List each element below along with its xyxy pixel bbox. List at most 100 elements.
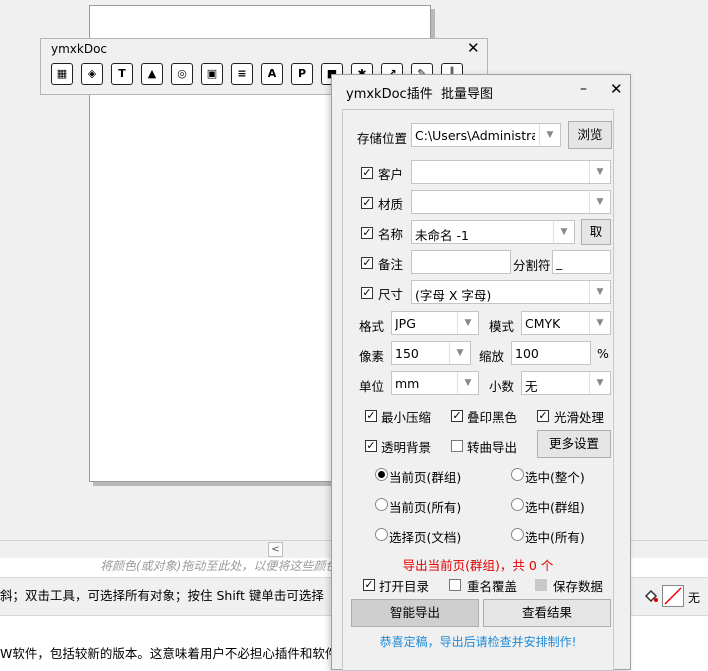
save-location-value: C:\Users\Administra <box>415 128 535 143</box>
scope-selected-pages-doc-radio[interactable] <box>375 528 388 541</box>
size-combo[interactable]: (字母 X 字母) ▼ <box>411 280 611 304</box>
more-settings-button[interactable]: 更多设置 <box>537 430 611 458</box>
decimals-label: 小数 <box>489 379 515 394</box>
customer-label: 客户 <box>378 167 404 182</box>
chevron-down-icon[interactable]: ▼ <box>589 191 610 213</box>
scope-selected-whole-radio[interactable] <box>511 468 524 481</box>
toolbar-close-button[interactable]: ✕ <box>467 39 480 57</box>
scope-current-page-all-radio[interactable] <box>375 498 388 511</box>
size-label: 尺寸 <box>378 287 404 302</box>
separator-input[interactable]: _ <box>552 250 611 274</box>
dialog-title-app: ymxkDoc插件 <box>346 87 433 102</box>
name-combo[interactable]: 未命名 -1 ▼ <box>411 220 575 244</box>
view-result-button[interactable]: 查看结果 <box>483 599 611 627</box>
pixel-label: 像素 <box>359 349 385 364</box>
text-tool-icon[interactable]: T <box>111 63 133 85</box>
fill-bucket-icon[interactable] <box>643 588 659 604</box>
scope-selected-all-radio[interactable] <box>511 528 524 541</box>
chevron-down-icon[interactable]: ▼ <box>553 221 574 243</box>
chevron-down-icon[interactable]: ▼ <box>589 281 610 303</box>
note-input[interactable] <box>411 250 511 274</box>
separator-value: _ <box>556 255 563 270</box>
outline-none-swatch[interactable] <box>662 585 684 607</box>
rename-overwrite-label: 重名覆盖 <box>467 579 518 594</box>
dialog-title: ymxkDoc插件 批量导图 <box>346 83 493 102</box>
font-a-icon[interactable]: A <box>261 63 283 85</box>
overprint-black-checkbox[interactable]: ✓ <box>451 410 463 422</box>
chevron-down-icon[interactable]: ▼ <box>589 161 610 183</box>
chevron-down-icon[interactable]: ▼ <box>539 124 560 146</box>
ps-icon[interactable]: P <box>291 63 313 85</box>
scope-selected-group-label: 选中(群组) <box>525 500 585 515</box>
open-dir-label: 打开目录 <box>379 579 430 594</box>
format-combo[interactable]: JPG ▼ <box>391 311 479 335</box>
material-checkbox[interactable]: ✓ <box>361 197 373 209</box>
dialog-minimize-button[interactable]: – <box>580 81 587 97</box>
dialog-close-button[interactable]: ✕ <box>610 80 623 98</box>
status-bar-text: 斜；双击工具，可选择所有对象；按住 Shift 键单击可选择 <box>0 588 324 603</box>
scale-input[interactable]: 100 <box>511 341 591 365</box>
car-icon[interactable]: ◎ <box>171 63 193 85</box>
batch-export-dialog: ymxkDoc插件 批量导图 – ✕ 存储位置 C:\Users\Adminis… <box>331 74 631 671</box>
smooth-label: 光滑处理 <box>554 410 605 425</box>
scale-label: 缩放 <box>479 349 505 364</box>
chevron-down-icon[interactable]: ▼ <box>457 312 478 334</box>
scope-current-page-group-label: 当前页(群组) <box>389 470 462 485</box>
name-value: 未命名 -1 <box>415 228 469 243</box>
image-icon[interactable]: ▲ <box>141 63 163 85</box>
qr-icon[interactable]: ▦ <box>51 63 73 85</box>
min-compress-label: 最小压缩 <box>381 410 432 425</box>
min-compress-checkbox[interactable]: ✓ <box>365 410 377 422</box>
chevron-down-icon[interactable]: ▼ <box>449 342 470 364</box>
browse-button[interactable]: 浏览 <box>568 121 612 149</box>
library-icon[interactable]: ≡ <box>231 63 253 85</box>
scope-selected-group-radio[interactable] <box>511 498 524 511</box>
unit-combo[interactable]: mm ▼ <box>391 371 479 395</box>
cube-icon[interactable]: ◈ <box>81 63 103 85</box>
toolbar-title: ymxkDoc <box>51 42 108 56</box>
chevron-down-icon[interactable]: ▼ <box>589 372 610 394</box>
scope-selected-pages-doc-label: 选择页(文档) <box>389 530 462 545</box>
overprint-black-label: 叠印黑色 <box>467 410 518 425</box>
customer-combo[interactable]: ▼ <box>411 160 611 184</box>
chevron-down-icon[interactable]: ▼ <box>589 312 610 334</box>
scope-current-page-group-radio[interactable] <box>375 468 388 481</box>
select-frame-icon[interactable]: ▣ <box>201 63 223 85</box>
palette-scroll-left-button[interactable]: < <box>268 542 283 557</box>
smart-export-button[interactable]: 智能导出 <box>351 599 479 627</box>
note-checkbox[interactable]: ✓ <box>361 257 373 269</box>
curve-export-checkbox[interactable] <box>451 440 463 452</box>
decimals-combo[interactable]: 无 ▼ <box>521 371 611 395</box>
save-data-label: 保存数据 <box>553 579 604 594</box>
material-combo[interactable]: ▼ <box>411 190 611 214</box>
transparent-bg-label: 透明背景 <box>381 440 432 455</box>
format-label: 格式 <box>359 319 385 334</box>
size-value: (字母 X 字母) <box>415 288 492 303</box>
scale-unit: % <box>597 346 609 361</box>
dialog-title-tab: 批量导图 <box>440 87 493 102</box>
scale-value: 100 <box>515 346 539 361</box>
open-dir-checkbox[interactable]: ✓ <box>363 579 375 591</box>
chevron-down-icon[interactable]: ▼ <box>457 372 478 394</box>
pixel-value: 150 <box>395 346 419 361</box>
background-article-text: W软件，包括较新的版本。这意味着用户不必担心插件和软件 <box>0 646 338 661</box>
unit-label: 单位 <box>359 379 385 394</box>
pixel-combo[interactable]: 150 ▼ <box>391 341 471 365</box>
transparent-bg-checkbox[interactable]: ✓ <box>365 440 377 452</box>
note-label: 备注 <box>378 257 404 272</box>
separator-label: 分割符 <box>513 258 551 273</box>
save-data-checkbox[interactable] <box>535 579 547 591</box>
curve-export-label: 转曲导出 <box>467 440 518 455</box>
material-label: 材质 <box>378 197 404 212</box>
scope-current-page-all-label: 当前页(所有) <box>389 500 462 515</box>
customer-checkbox[interactable]: ✓ <box>361 167 373 179</box>
size-checkbox[interactable]: ✓ <box>361 287 373 299</box>
outline-label: 无 <box>688 591 701 605</box>
save-location-combo[interactable]: C:\Users\Administra ▼ <box>411 123 561 147</box>
name-checkbox[interactable]: ✓ <box>361 227 373 239</box>
rename-overwrite-checkbox[interactable] <box>449 579 461 591</box>
mode-combo[interactable]: CMYK ▼ <box>521 311 611 335</box>
smooth-checkbox[interactable]: ✓ <box>537 410 549 422</box>
export-count-message: 导出当前页(群组)，共 0 个 <box>402 558 554 573</box>
take-name-button[interactable]: 取 <box>581 219 611 245</box>
